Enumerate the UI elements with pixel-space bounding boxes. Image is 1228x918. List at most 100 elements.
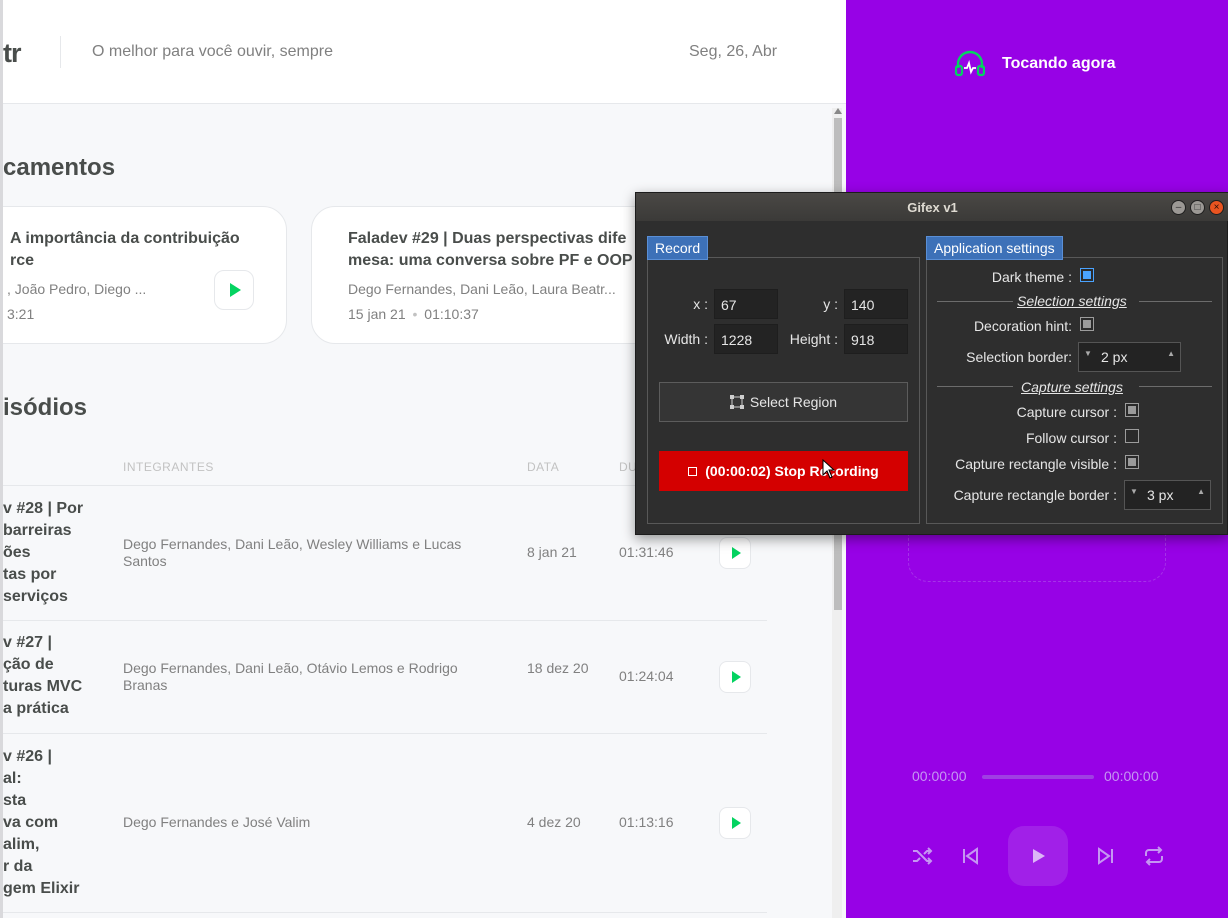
header-tagline: O melhor para você ouvir, sempre (92, 43, 333, 60)
episode-duration: 01:13:16 (619, 814, 674, 830)
episode-members: Dego Fernandes e José Valim (123, 814, 311, 830)
play-icon (732, 817, 741, 829)
y-field[interactable]: 140 (844, 289, 908, 319)
decoration-hint-label: Decoration hint: (973, 318, 1072, 334)
selection-border-label: Selection border: (966, 349, 1072, 365)
latest-episode-card[interactable]: A importância da contribuição rce , João… (3, 206, 287, 344)
decrement-icon[interactable]: ▼ (1130, 487, 1138, 496)
shuffle-icon[interactable] (910, 844, 934, 868)
header-date: Seg, 26, Abr (689, 43, 778, 60)
settings-panel: Dark theme : Selection settings Decorati… (926, 257, 1223, 524)
capture-cursor-checkbox[interactable] (1125, 403, 1139, 417)
record-tab[interactable]: Record (647, 236, 709, 260)
maximize-icon[interactable]: □ (1190, 200, 1205, 215)
play-episode-button[interactable] (719, 537, 751, 569)
episode-duration: 01:24:04 (619, 668, 674, 684)
mouse-cursor-icon (822, 459, 836, 479)
capture-rect-border-label: Capture rectangle border : (953, 487, 1117, 503)
capture-cursor-label: Capture cursor : (1016, 404, 1117, 420)
separator-line (1139, 386, 1212, 387)
episode-members: Dego Fernandes, Dani Leão, Wesley Willia… (123, 536, 462, 569)
total-time: 00:00:00 (1104, 768, 1159, 784)
decoration-hint-checkbox[interactable] (1080, 317, 1094, 331)
repeat-icon[interactable] (1142, 844, 1166, 868)
card-members: Dego Fernandes, Dani Leão, Laura Beatr..… (348, 281, 616, 297)
capture-settings-heading: Capture settings (1021, 379, 1123, 395)
select-region-icon (729, 395, 744, 409)
record-panel: x : 67 y : 140 Width : 1228 Height : 918… (647, 257, 920, 524)
separator-line (937, 386, 1013, 387)
table-divider (3, 620, 767, 621)
next-icon[interactable] (1094, 844, 1118, 868)
height-field[interactable]: 918 (844, 324, 908, 354)
table-divider (3, 733, 767, 734)
play-episode-button[interactable] (214, 270, 254, 310)
play-episode-button[interactable] (719, 807, 751, 839)
increment-icon[interactable]: ▲ (1197, 487, 1205, 496)
follow-cursor-checkbox[interactable] (1125, 429, 1139, 443)
card-meta: 3:21 (7, 306, 35, 322)
play-episode-button[interactable] (719, 661, 751, 693)
column-header-date: DATA (527, 460, 560, 474)
width-label: Width : (664, 331, 708, 347)
height-label: Height : (789, 331, 838, 347)
episode-title[interactable]: v #27 | ção de turas MVC a prática (3, 632, 82, 720)
follow-cursor-label: Follow cursor : (1025, 430, 1117, 446)
episode-members: Dego Fernandes, Dani Leão, Otávio Lemos … (123, 660, 458, 693)
select-region-button[interactable]: Select Region (659, 382, 908, 422)
capture-rect-visible-checkbox[interactable] (1125, 455, 1139, 469)
play-icon (230, 283, 241, 297)
current-time: 00:00:00 (912, 768, 967, 784)
episode-title[interactable]: v #26 | al: sta va com alim, r da gem El… (3, 746, 79, 900)
app-logo[interactable]: tr (3, 38, 21, 69)
stop-recording-label: (00:00:02) Stop Recording (705, 463, 879, 479)
progress-slider[interactable] (982, 775, 1094, 779)
selection-border-spinbox[interactable]: ▼ 2 px ▲ (1078, 342, 1181, 372)
card-members: , João Pedro, Diego ... (7, 281, 147, 297)
column-header-members: INTEGRANTES (123, 460, 214, 474)
header-divider (60, 36, 61, 68)
app-header: tr O melhor para você ouvir, sempre Seg,… (3, 0, 846, 104)
dark-theme-label: Dark theme : (991, 269, 1072, 285)
select-region-label: Select Region (749, 394, 838, 410)
x-field[interactable]: 67 (714, 289, 778, 319)
card-date: 15 jan 21 (348, 306, 406, 322)
stop-icon (688, 466, 698, 476)
width-field[interactable]: 1228 (714, 324, 778, 354)
stop-recording-button[interactable]: (00:00:02) Stop Recording (659, 451, 908, 491)
capture-rect-border-value: 3 px (1147, 487, 1174, 503)
dark-theme-checkbox[interactable] (1080, 268, 1094, 282)
card-title[interactable]: A importância da contribuição rce (10, 228, 240, 272)
player-title: Tocando agora (1002, 55, 1116, 72)
headphones-icon (954, 50, 986, 77)
gifex-titlebar[interactable]: Gifex v1 – □ × (636, 193, 1228, 221)
table-divider (3, 912, 767, 913)
separator-line (937, 301, 1013, 302)
episode-date: 4 dez 20 (527, 814, 581, 830)
previous-icon[interactable] (958, 844, 982, 868)
play-icon (1033, 849, 1045, 863)
card-duration: 01:10:37 (424, 306, 479, 322)
capture-rect-border-spinbox[interactable]: ▼ 3 px ▲ (1124, 480, 1211, 510)
scroll-up-arrow-icon[interactable] (834, 108, 842, 114)
separator-line (1139, 301, 1212, 302)
card-title[interactable]: Faladev #29 | Duas perspectivas dife mes… (348, 228, 633, 272)
gifex-title: Gifex v1 (907, 200, 958, 215)
increment-icon[interactable]: ▲ (1167, 349, 1175, 358)
decrement-icon[interactable]: ▼ (1084, 349, 1092, 358)
episode-duration: 01:31:46 (619, 544, 674, 560)
capture-rect-visible-label: Capture rectangle visible : (955, 456, 1117, 472)
close-icon[interactable]: × (1209, 200, 1224, 215)
episode-title[interactable]: v #28 | Por barreiras ões tas por serviç… (3, 498, 83, 608)
application-settings-tab[interactable]: Application settings (926, 236, 1063, 260)
meta-separator: • (412, 306, 418, 322)
play-icon (732, 671, 741, 683)
x-label: x : (693, 296, 708, 312)
episode-date: 8 jan 21 (527, 544, 577, 560)
episode-date: 18 dez 20 (527, 660, 589, 676)
play-pause-button[interactable] (1008, 826, 1068, 886)
minimize-icon[interactable]: – (1171, 200, 1186, 215)
latest-episodes-title: camentos (3, 154, 116, 181)
selection-border-value: 2 px (1101, 349, 1128, 365)
gifex-window: Gifex v1 – □ × x : 67 y : 140 Width : 12… (635, 192, 1228, 535)
